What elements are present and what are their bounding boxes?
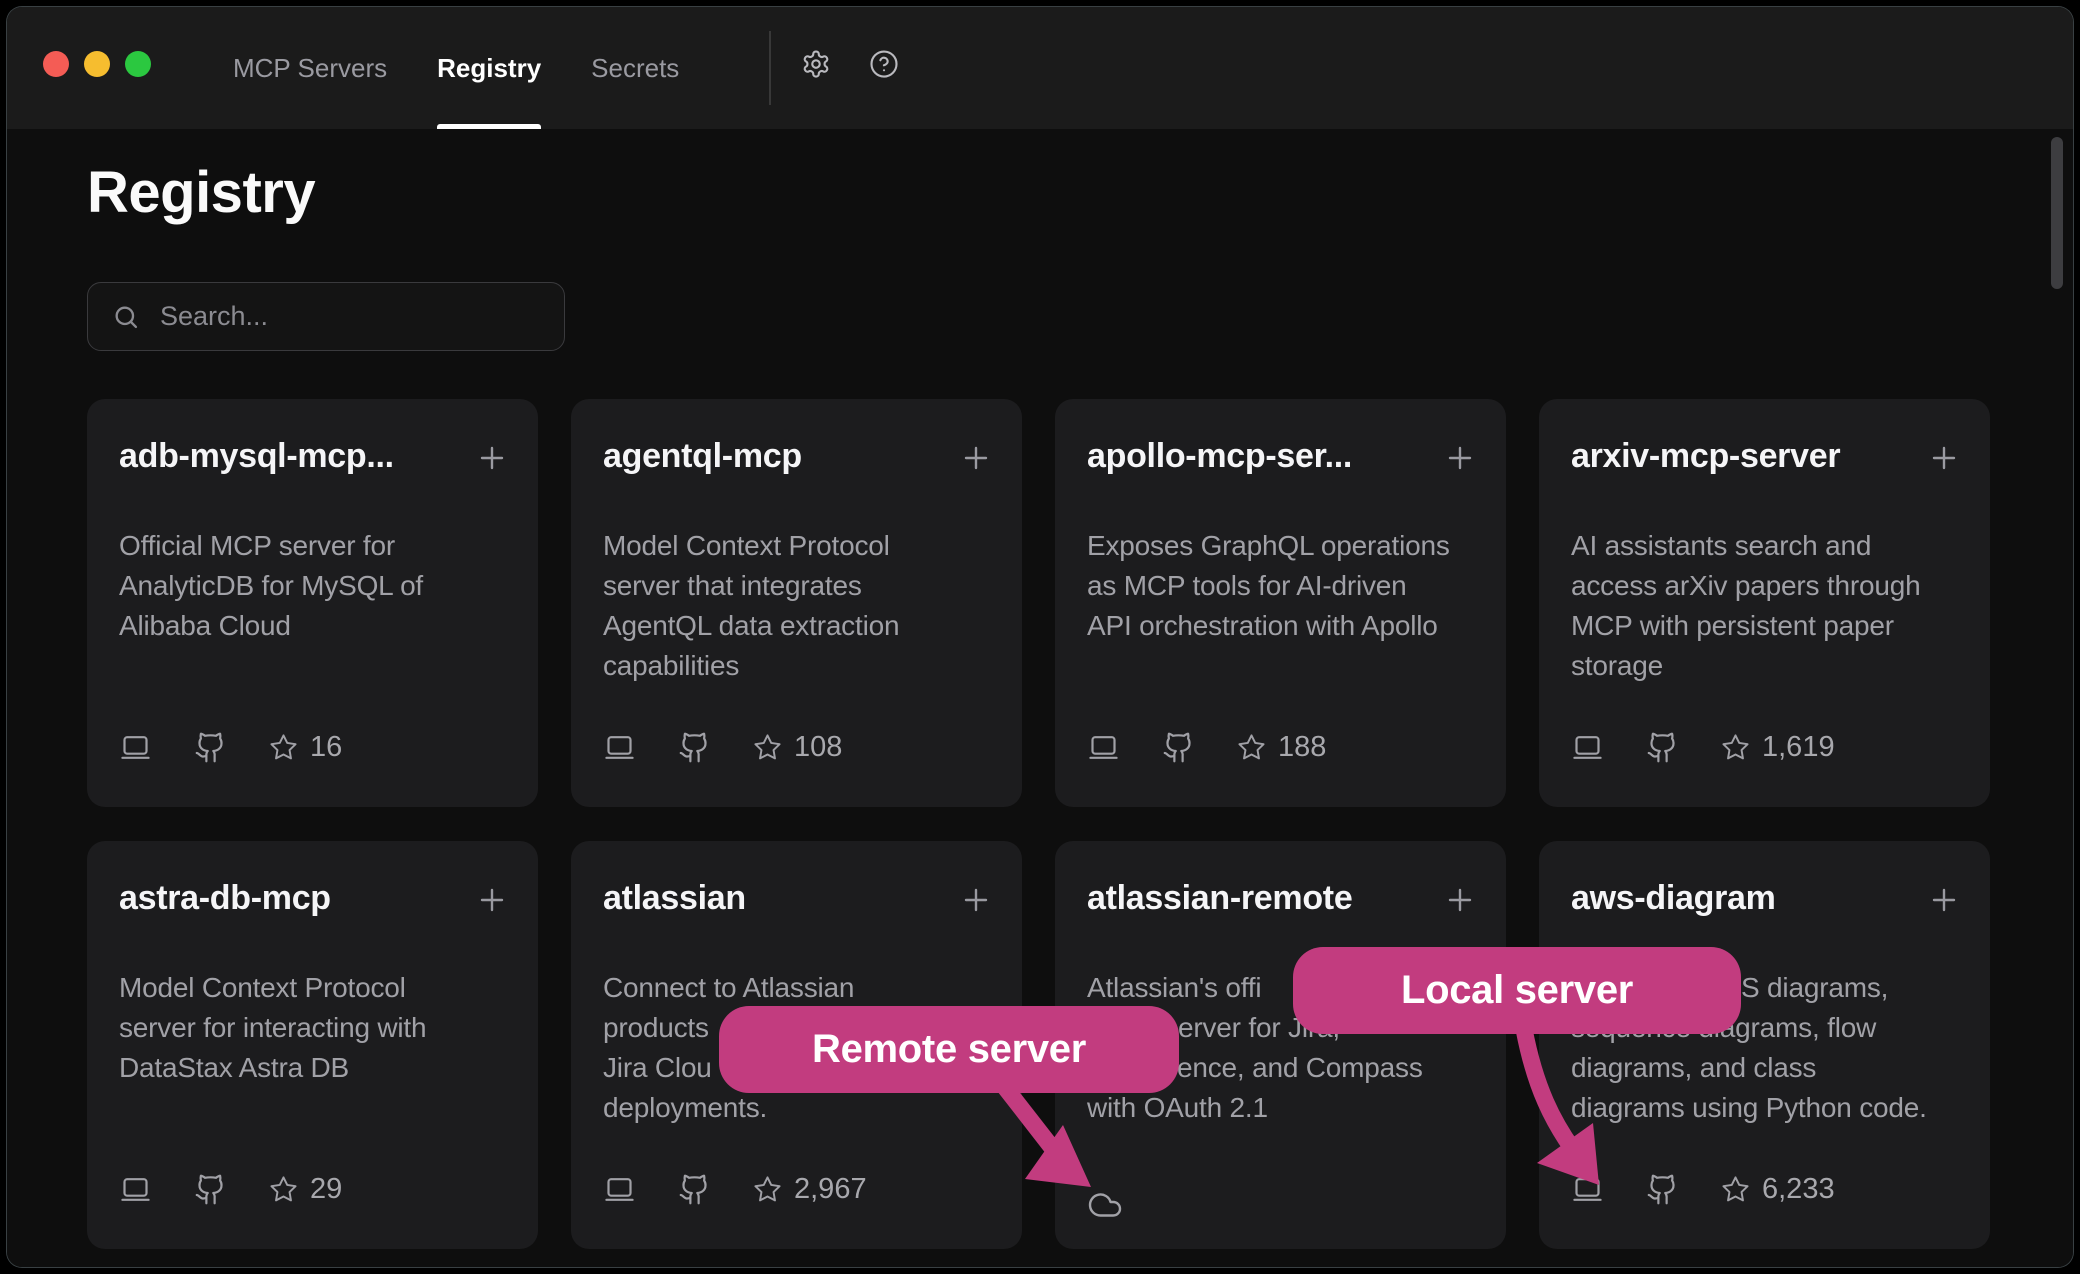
add-server-button[interactable] bbox=[960, 884, 992, 916]
server-description: Exposes GraphQL operationsas MCP tools f… bbox=[1087, 526, 1474, 646]
card-footer bbox=[1087, 1187, 1123, 1223]
github-icon bbox=[1646, 731, 1679, 764]
add-server-button[interactable] bbox=[960, 442, 992, 474]
star-count: 16 bbox=[310, 731, 342, 764]
github-icon bbox=[678, 1173, 711, 1206]
star-count: 1,619 bbox=[1762, 731, 1835, 764]
page-title: Registry bbox=[87, 159, 315, 226]
server-name: aws-diagram bbox=[1571, 879, 1776, 918]
cloud-icon bbox=[1087, 1187, 1123, 1223]
settings-gear-icon[interactable] bbox=[801, 49, 831, 79]
tab-secrets[interactable]: Secrets bbox=[591, 7, 679, 129]
github-icon bbox=[194, 731, 227, 764]
star-count-group: 2,967 bbox=[753, 1173, 867, 1206]
window-controls bbox=[43, 51, 151, 77]
laptop-icon bbox=[119, 1173, 152, 1206]
laptop-icon bbox=[119, 731, 152, 764]
server-name: atlassian-remote bbox=[1087, 879, 1352, 918]
server-card[interactable]: agentql-mcp Model Context Protocolserver… bbox=[571, 399, 1022, 807]
card-footer: 188 bbox=[1087, 729, 1326, 765]
star-count: 6,233 bbox=[1762, 1173, 1835, 1206]
add-server-button[interactable] bbox=[1928, 884, 1960, 916]
server-name: astra-db-mcp bbox=[119, 879, 331, 918]
star-count: 29 bbox=[310, 1173, 342, 1206]
minimize-button[interactable] bbox=[84, 51, 110, 77]
star-count-group: 188 bbox=[1237, 731, 1326, 764]
star-icon bbox=[753, 733, 782, 762]
nav-tabs: MCP Servers Registry Secrets bbox=[233, 7, 679, 129]
server-description: Model Context Protocolserver that integr… bbox=[603, 526, 990, 686]
server-description: Official MCP server forAnalyticDB for My… bbox=[119, 526, 506, 646]
star-count: 188 bbox=[1278, 731, 1326, 764]
laptop-icon bbox=[1571, 731, 1604, 764]
star-count-group: 108 bbox=[753, 731, 842, 764]
github-icon bbox=[1162, 731, 1195, 764]
server-card[interactable]: adb-mysql-mcp... Official MCP server for… bbox=[87, 399, 538, 807]
laptop-icon bbox=[603, 1173, 636, 1206]
star-count: 2,967 bbox=[794, 1173, 867, 1206]
server-name: arxiv-mcp-server bbox=[1571, 437, 1840, 476]
card-footer: 29 bbox=[119, 1171, 342, 1207]
scrollbar-thumb[interactable] bbox=[2051, 137, 2063, 289]
card-grid: adb-mysql-mcp... Official MCP server for… bbox=[87, 399, 1990, 1249]
tab-mcp-servers[interactable]: MCP Servers bbox=[233, 7, 387, 129]
close-button[interactable] bbox=[43, 51, 69, 77]
star-icon bbox=[1721, 1175, 1750, 1204]
search-box[interactable] bbox=[87, 282, 565, 351]
add-server-button[interactable] bbox=[476, 884, 508, 916]
star-icon bbox=[1721, 733, 1750, 762]
card-footer: 6,233 bbox=[1571, 1171, 1835, 1207]
star-icon bbox=[1237, 733, 1266, 762]
title-bar: MCP Servers Registry Secrets bbox=[7, 7, 2073, 130]
help-icon[interactable] bbox=[869, 49, 899, 79]
server-card[interactable]: apollo-mcp-ser... Exposes GraphQL operat… bbox=[1055, 399, 1506, 807]
star-count-group: 6,233 bbox=[1721, 1173, 1835, 1206]
add-server-button[interactable] bbox=[1928, 442, 1960, 474]
server-card[interactable]: arxiv-mcp-server AI assistants search an… bbox=[1539, 399, 1990, 807]
local-server-callout: Local server bbox=[1293, 947, 1741, 1034]
card-footer: 1,619 bbox=[1571, 729, 1835, 765]
card-footer: 108 bbox=[603, 729, 842, 765]
star-count-group: 29 bbox=[269, 1173, 342, 1206]
server-description: Model Context Protocolserver for interac… bbox=[119, 968, 506, 1088]
server-name: apollo-mcp-ser... bbox=[1087, 437, 1352, 476]
github-icon bbox=[1646, 1173, 1679, 1206]
github-icon bbox=[194, 1173, 227, 1206]
card-footer: 2,967 bbox=[603, 1171, 867, 1207]
card-footer: 16 bbox=[119, 729, 342, 765]
star-icon bbox=[269, 733, 298, 762]
server-description: AI assistants search andaccess arXiv pap… bbox=[1571, 526, 1958, 686]
zoom-button[interactable] bbox=[125, 51, 151, 77]
star-icon bbox=[269, 1175, 298, 1204]
search-input[interactable] bbox=[158, 300, 522, 333]
laptop-icon bbox=[1087, 731, 1120, 764]
tab-registry[interactable]: Registry bbox=[437, 7, 541, 129]
server-name: atlassian bbox=[603, 879, 746, 918]
star-count-group: 1,619 bbox=[1721, 731, 1835, 764]
laptop-icon bbox=[603, 731, 636, 764]
add-server-button[interactable] bbox=[476, 442, 508, 474]
remote-server-callout: Remote server bbox=[719, 1006, 1179, 1093]
server-name: adb-mysql-mcp... bbox=[119, 437, 394, 476]
star-count-group: 16 bbox=[269, 731, 342, 764]
github-icon bbox=[678, 731, 711, 764]
star-count: 108 bbox=[794, 731, 842, 764]
laptop-icon bbox=[1571, 1173, 1604, 1206]
star-icon bbox=[753, 1175, 782, 1204]
add-server-button[interactable] bbox=[1444, 884, 1476, 916]
toolbar-divider bbox=[769, 31, 771, 105]
server-name: agentql-mcp bbox=[603, 437, 802, 476]
registry-page: Registry adb-mysql-mcp... Official MCP s… bbox=[7, 129, 2073, 1267]
server-card[interactable]: aws-diagram S diagrams,sequence diagrams… bbox=[1539, 841, 1990, 1249]
server-card[interactable]: astra-db-mcp Model Context Protocolserve… bbox=[87, 841, 538, 1249]
search-icon bbox=[112, 303, 140, 331]
app-window: MCP Servers Registry Secrets Registry bbox=[6, 6, 2074, 1268]
add-server-button[interactable] bbox=[1444, 442, 1476, 474]
